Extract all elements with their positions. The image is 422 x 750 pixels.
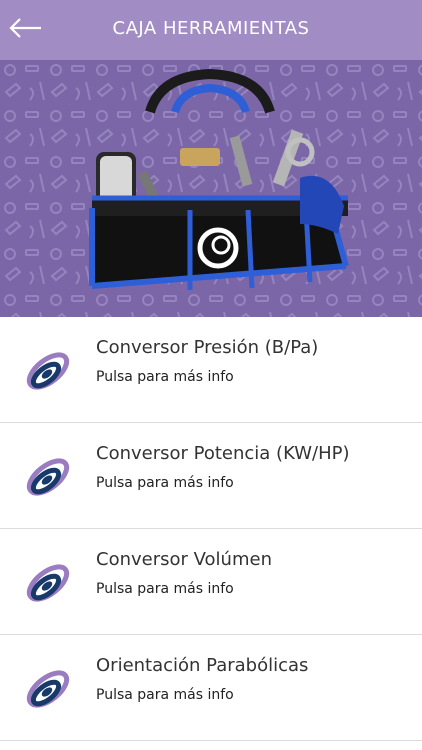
list-item[interactable]: Conversor Potencia (KW/HP) Pulsa para má… <box>0 423 422 529</box>
list-item-subtitle: Pulsa para más info <box>96 581 234 597</box>
brand-swirl-icon <box>26 458 70 496</box>
list-item-title: Conversor Volúmen <box>96 549 272 570</box>
brand-swirl-icon <box>26 352 70 390</box>
brand-swirl-icon <box>26 564 70 602</box>
list-item[interactable]: Conversor Presión (B/Pa) Pulsa para más … <box>0 317 422 423</box>
list-item-subtitle: Pulsa para más info <box>96 475 234 491</box>
brand-swirl-icon <box>26 670 70 708</box>
hero-image <box>0 60 422 317</box>
list-item[interactable]: Orientación Parabólicas Pulsa para más i… <box>0 635 422 741</box>
toolbag-photo <box>0 60 422 317</box>
list-item-title: Orientación Parabólicas <box>96 655 309 676</box>
list-item-subtitle: Pulsa para más info <box>96 369 234 385</box>
list-item-title: Conversor Potencia (KW/HP) <box>96 443 350 464</box>
list-item-title: Conversor Presión (B/Pa) <box>96 337 319 358</box>
list-item[interactable]: Conversor Volúmen Pulsa para más info <box>0 529 422 635</box>
page-title: CAJA HERRAMIENTAS <box>112 18 310 39</box>
list-item-subtitle: Pulsa para más info <box>96 687 234 703</box>
tools-list: Conversor Presión (B/Pa) Pulsa para más … <box>0 317 422 741</box>
app-bar: CAJA HERRAMIENTAS <box>0 0 422 60</box>
